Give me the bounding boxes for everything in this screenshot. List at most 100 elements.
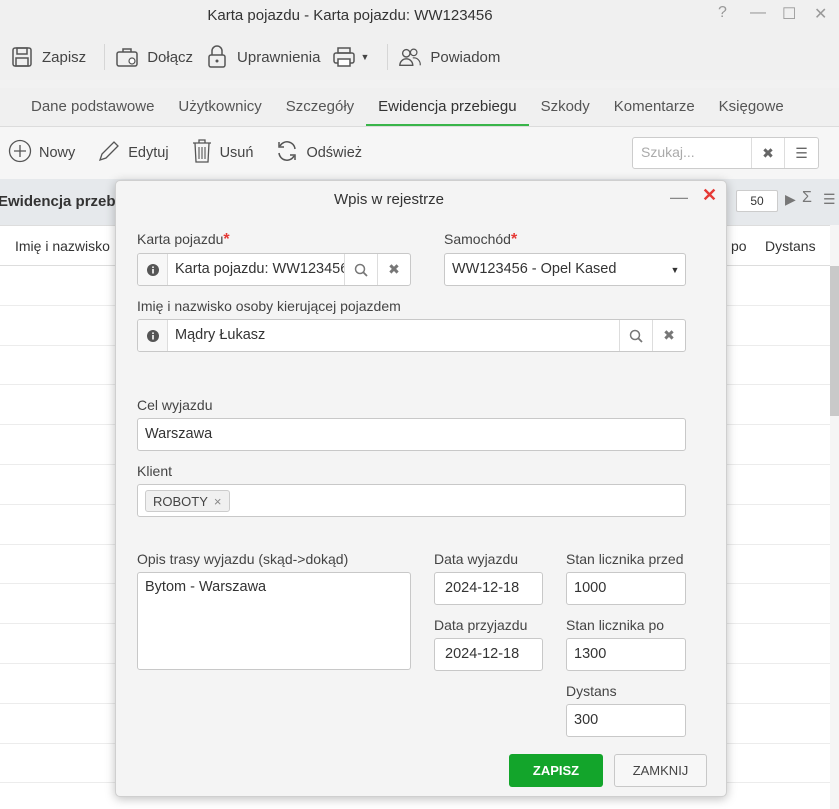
window-titlebar: Karta pojazdu - Karta pojazdu: WW123456 …: [0, 0, 839, 34]
plus-circle-icon: [8, 139, 32, 167]
permissions-button[interactable]: Uprawnienia: [203, 40, 330, 74]
save-entry-button[interactable]: ZAPISZ: [509, 754, 603, 787]
car-label: Samochód*: [444, 231, 518, 248]
search-icon[interactable]: [344, 254, 377, 285]
help-icon[interactable]: ?: [718, 4, 727, 22]
attach-button[interactable]: Dołącz: [113, 40, 203, 74]
minimize-icon[interactable]: —: [750, 4, 766, 22]
tab-comments[interactable]: Komentarze: [602, 88, 707, 126]
column-odometer-after[interactable]: po: [731, 238, 747, 254]
close-window-icon[interactable]: ✕: [814, 4, 827, 24]
odometer-after-label: Stan licznika po: [566, 617, 665, 633]
delete-button[interactable]: Usuń: [191, 138, 254, 168]
required-marker: *: [510, 231, 518, 248]
menu-icon[interactable]: ☰: [823, 191, 836, 208]
entry-dialog: Wpis w rejestrze — ✕ Karta pojazdu* Kart…: [115, 180, 727, 797]
edit-button[interactable]: Edytuj: [97, 139, 169, 167]
new-label: Nowy: [39, 145, 76, 161]
menu-icon[interactable]: ☰: [785, 138, 818, 168]
departure-date-value[interactable]: 2024-12-18: [435, 573, 542, 604]
tab-damages[interactable]: Szkody: [529, 88, 602, 126]
client-label: Klient: [137, 463, 173, 479]
route-label: Opis trasy wyjazdu (skąd->dokąd): [137, 551, 349, 567]
search-icon[interactable]: [619, 320, 652, 351]
driver-label: Imię i nazwisko osoby kierującej pojazde…: [137, 298, 401, 314]
arrival-date-value[interactable]: 2024-12-18: [435, 639, 542, 670]
vehicle-card-value[interactable]: Karta pojazdu: WW123456: [168, 254, 344, 285]
distance-label: Dystans: [566, 683, 617, 699]
info-icon[interactable]: [138, 320, 168, 351]
car-value[interactable]: WW123456 - Opel Kased: [445, 254, 665, 285]
save-label: Zapisz: [42, 48, 87, 66]
close-dialog-icon[interactable]: ✕: [702, 185, 717, 206]
odometer-before-value[interactable]: 1000: [567, 573, 685, 604]
driver-field[interactable]: Mądry Łukasz ✖: [137, 319, 686, 352]
vehicle-card-field[interactable]: Karta pojazdu: WW123456 ✖: [137, 253, 411, 286]
clear-search-icon[interactable]: ✖: [752, 138, 785, 168]
tab-details[interactable]: Szczegóły: [274, 88, 366, 126]
vehicle-card-label: Karta pojazdu*: [137, 231, 230, 248]
action-bar: Nowy Edytuj Usuń Odśwież Szukaj... ✖ ☰: [0, 127, 839, 179]
page-size-input[interactable]: 50: [736, 190, 778, 212]
pencil-icon: [97, 139, 121, 167]
client-tag-input[interactable]: ROBOTY ×: [137, 484, 686, 517]
edit-label: Edytuj: [128, 145, 169, 161]
toolbar-divider: [387, 44, 389, 70]
route-textarea[interactable]: Bytom - Warszawa: [137, 572, 411, 670]
remove-tag-icon[interactable]: ×: [214, 494, 222, 509]
client-tag: ROBOTY ×: [145, 490, 230, 512]
toolbar-divider: [104, 44, 106, 70]
trash-icon: [191, 138, 213, 168]
tab-mileage-log[interactable]: Ewidencja przebiegu: [366, 88, 530, 126]
purpose-label: Cel wyjazdu: [137, 397, 213, 413]
floppy-disk-icon: [10, 45, 34, 69]
delete-label: Usuń: [219, 145, 254, 161]
attach-label: Dołącz: [147, 48, 194, 66]
departure-label: Data wyjazdu: [434, 551, 519, 567]
arrival-label: Data przyjazdu: [434, 617, 528, 633]
briefcase-icon: [115, 45, 139, 69]
play-icon[interactable]: ▶: [785, 191, 796, 208]
odometer-after-input[interactable]: 1300: [566, 638, 686, 671]
odometer-before-input[interactable]: 1000: [566, 572, 686, 605]
tab-users[interactable]: Użytkownicy: [166, 88, 273, 126]
scrollbar-thumb[interactable]: [830, 266, 839, 416]
required-marker: *: [223, 231, 230, 248]
save-button[interactable]: Zapisz: [8, 40, 96, 74]
column-name[interactable]: Imię i nazwisko: [15, 238, 110, 254]
clear-icon[interactable]: ✖: [377, 254, 410, 285]
notify-button[interactable]: Powiadom: [396, 40, 510, 74]
chevron-down-icon[interactable]: ▼: [360, 52, 369, 62]
notify-label: Powiadom: [430, 48, 501, 66]
column-distance[interactable]: Dystans: [765, 238, 816, 254]
chevron-down-icon[interactable]: ▼: [665, 254, 685, 285]
tab-accounting[interactable]: Księgowe: [707, 88, 796, 126]
arrival-date-input[interactable]: 2024-12-18: [434, 638, 543, 671]
people-icon: [398, 45, 422, 69]
distance-value[interactable]: 300: [567, 705, 685, 736]
minimize-dialog-icon[interactable]: —: [670, 187, 688, 208]
tab-basic-data[interactable]: Dane podstawowe: [19, 88, 166, 126]
purpose-input[interactable]: Warszawa: [137, 418, 686, 451]
car-select[interactable]: WW123456 - Opel Kased ▼: [444, 253, 686, 286]
odometer-after-value[interactable]: 1300: [567, 639, 685, 670]
new-button[interactable]: Nowy: [8, 139, 75, 167]
sigma-icon[interactable]: Σ: [802, 189, 812, 207]
close-dialog-button[interactable]: ZAMKNIJ: [614, 754, 707, 787]
distance-input[interactable]: 300: [566, 704, 686, 737]
driver-value[interactable]: Mądry Łukasz: [168, 320, 619, 351]
departure-date-input[interactable]: 2024-12-18: [434, 572, 543, 605]
info-icon[interactable]: [138, 254, 168, 285]
purpose-value[interactable]: Warszawa: [138, 419, 685, 450]
permissions-label: Uprawnienia: [237, 48, 321, 66]
refresh-button[interactable]: Odśwież: [275, 139, 362, 167]
search-input[interactable]: Szukaj...: [633, 138, 752, 168]
clear-icon[interactable]: ✖: [652, 320, 685, 351]
window-title: Karta pojazdu - Karta pojazdu: WW123456: [207, 7, 493, 24]
vertical-scrollbar[interactable]: [830, 225, 839, 809]
search-box: Szukaj... ✖ ☰: [632, 137, 819, 169]
print-button[interactable]: ▼: [330, 40, 379, 74]
dialog-title: Wpis w rejestrze: [333, 191, 445, 208]
maximize-icon[interactable]: ☐: [782, 4, 796, 24]
lock-icon: [205, 45, 229, 69]
